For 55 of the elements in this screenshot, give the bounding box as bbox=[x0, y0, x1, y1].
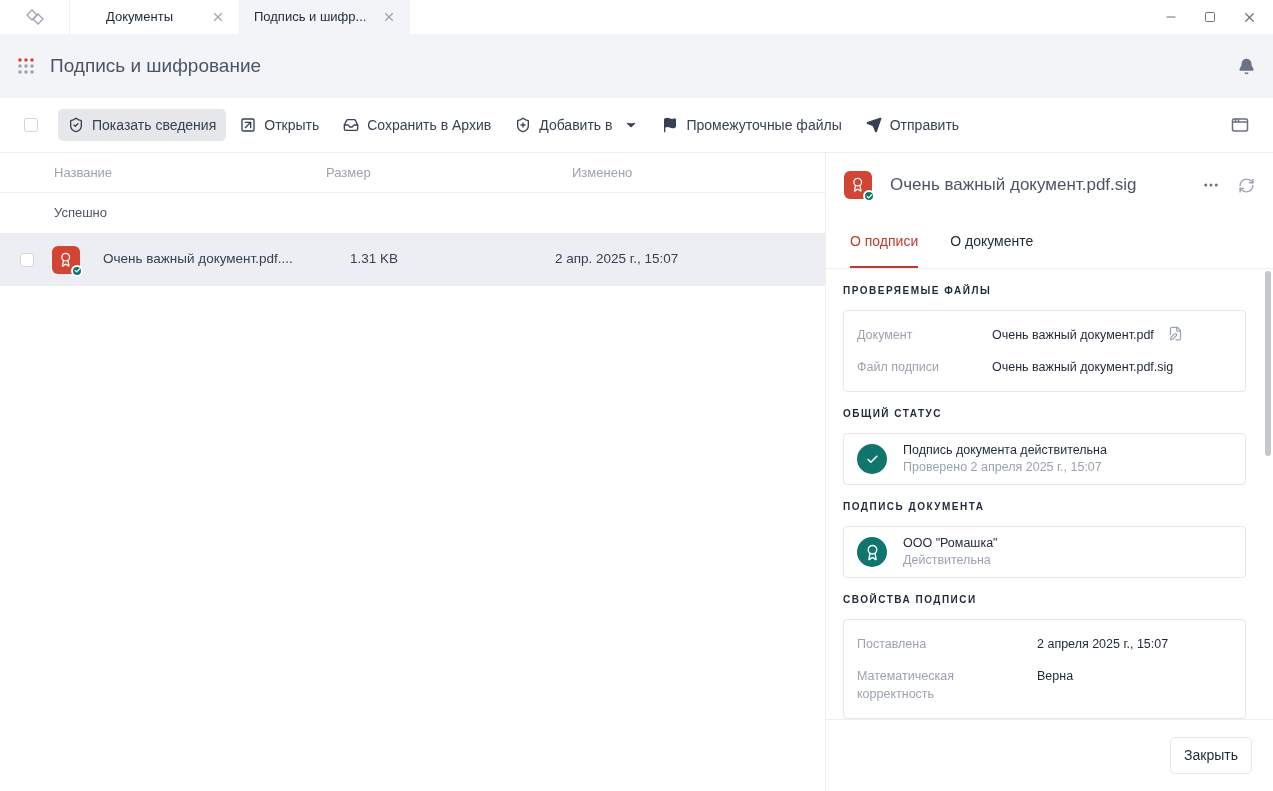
toolbar-button[interactable]: Открыть bbox=[230, 109, 330, 141]
toolbar-button[interactable]: Промежуточные файлы bbox=[652, 109, 852, 141]
field-value: 2 апреля 2025 г., 15:07 bbox=[1037, 636, 1169, 653]
field-label: Математическая корректность bbox=[857, 668, 955, 703]
field-value: Верна bbox=[1037, 668, 1074, 685]
checkbox[interactable] bbox=[24, 118, 38, 132]
field-value: Очень важный документ.pdf bbox=[992, 327, 1154, 344]
app-grid-icon[interactable] bbox=[18, 58, 34, 74]
inbox-icon bbox=[343, 117, 360, 133]
close-tab-icon[interactable] bbox=[211, 10, 225, 24]
signed-file-icon bbox=[844, 171, 872, 199]
file-row[interactable]: Очень важный документ.pdf.... 1.31 KB 2 апр. 2025 г., 15:07 bbox=[0, 233, 825, 286]
field-label: Поставлена bbox=[857, 636, 928, 653]
close-button[interactable]: Закрыть bbox=[1170, 737, 1252, 774]
status-subtitle: Действительна bbox=[903, 552, 992, 569]
maximize-icon[interactable] bbox=[1204, 11, 1216, 23]
send-icon bbox=[865, 117, 882, 133]
signed-file-icon bbox=[52, 245, 80, 274]
panel-toggle-icon[interactable] bbox=[1231, 116, 1249, 134]
table-cell-text: Очень важный документ.pdf.... bbox=[103, 250, 294, 269]
table-cell-text: 1.31 KB bbox=[350, 250, 400, 269]
flag-icon bbox=[662, 117, 679, 133]
window-tab[interactable]: Подпись и шифр... bbox=[240, 0, 410, 34]
app-logo-icon bbox=[24, 7, 45, 27]
checkbox[interactable] bbox=[20, 252, 34, 267]
toolbar-button[interactable]: Показать сведения bbox=[58, 109, 227, 141]
shield-icon bbox=[68, 117, 84, 133]
close-tab-icon[interactable] bbox=[382, 10, 396, 24]
notification-bell-icon[interactable] bbox=[1238, 57, 1255, 75]
details-tab[interactable]: О документе bbox=[950, 217, 1034, 268]
status-subtitle: Проверено 2 апреля 2025 г., 15:07 bbox=[903, 459, 1103, 476]
toolbar-button[interactable]: Отправить bbox=[855, 109, 970, 141]
arrow-square-icon bbox=[240, 117, 257, 133]
section-heading: ПРОВЕРЯЕМЫЕ ФАЙЛЫ bbox=[843, 283, 993, 298]
refresh-icon[interactable] bbox=[1238, 176, 1255, 194]
field-label: Документ bbox=[857, 327, 914, 344]
shield-plus-icon bbox=[515, 117, 532, 133]
status-title: ООО "Ромашка" bbox=[903, 535, 998, 552]
field-value: Очень важный документ.pdf.sig bbox=[992, 359, 1174, 376]
status-title: Подпись документа действительна bbox=[903, 442, 1107, 459]
table-cell-text: 2 апр. 2025 г., 15:07 bbox=[555, 250, 679, 269]
section-heading: СВОЙСТВА ПОДПИСИ bbox=[843, 592, 978, 607]
section-heading: ПОДПИСЬ ДОКУМЕНТА bbox=[843, 500, 986, 514]
check-icon bbox=[857, 444, 887, 474]
page-title: Подпись и шифрование bbox=[50, 53, 262, 78]
scrollbar-thumb[interactable] bbox=[1265, 271, 1271, 456]
details-tab[interactable]: О подписи bbox=[850, 217, 919, 268]
details-title: Очень важный документ.pdf.sig bbox=[890, 174, 1137, 197]
toolbar-button[interactable]: Сохранить в Архив bbox=[333, 109, 502, 141]
seal-icon bbox=[857, 537, 887, 567]
group-label: Успешно bbox=[54, 204, 107, 223]
section-heading: ОБЩИЙ СТАТУС bbox=[843, 406, 944, 421]
toolbar-button[interactable]: Добавить в bbox=[505, 109, 649, 141]
edit-document-icon[interactable] bbox=[1167, 326, 1183, 341]
field-label: Файл подписи bbox=[857, 359, 940, 376]
